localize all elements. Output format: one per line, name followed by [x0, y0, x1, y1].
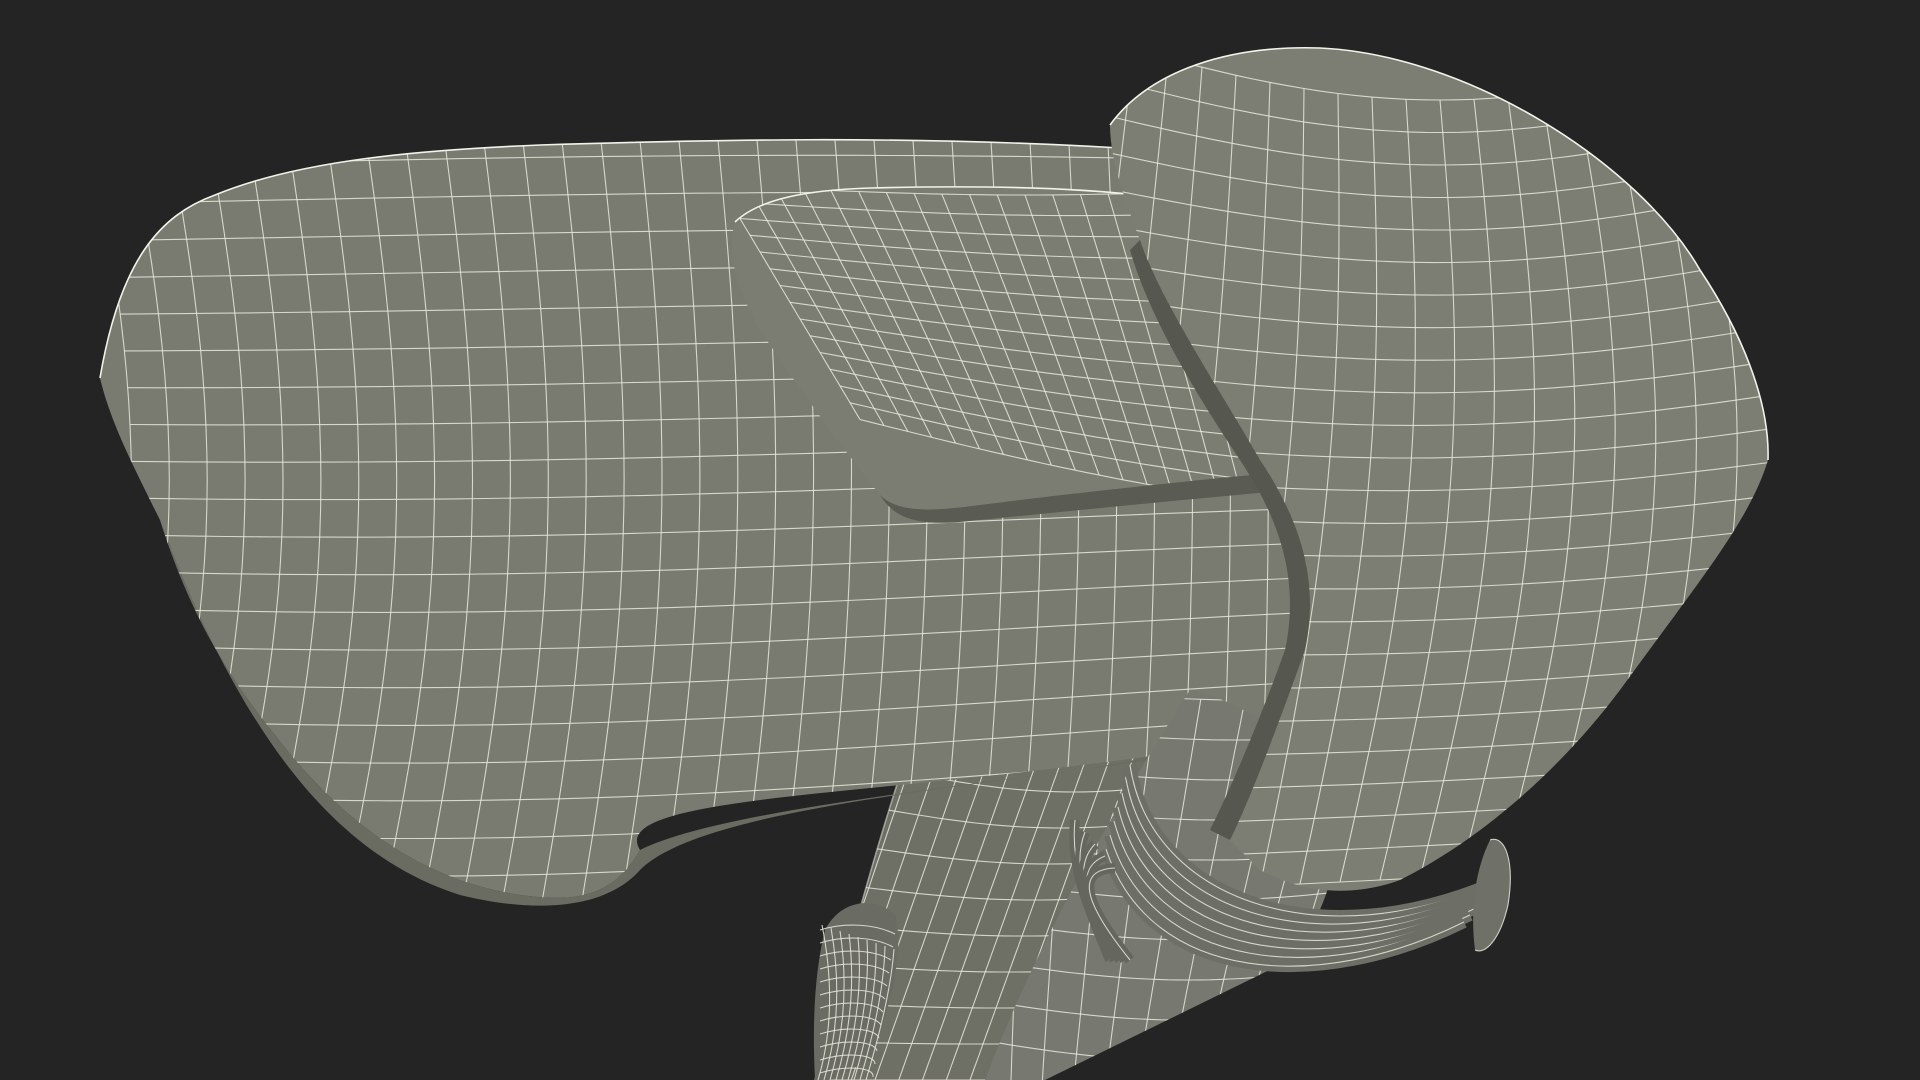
wire-line [1780, 40, 1860, 860]
render-viewport [0, 0, 1920, 1080]
wire-line [100, 139, 132, 898]
clamp-bolt-right [1473, 838, 1511, 952]
wireframe-scene [99, 40, 1860, 1080]
